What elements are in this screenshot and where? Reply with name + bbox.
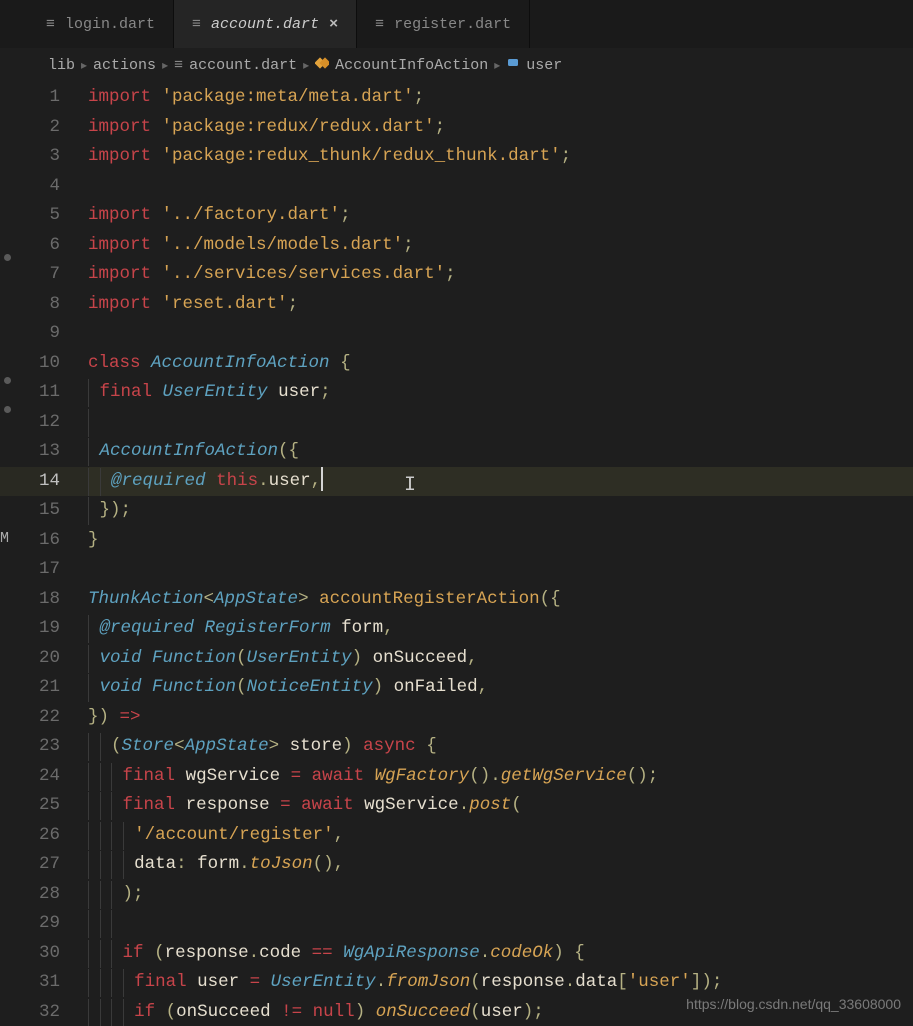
breadcrumb-item[interactable]: account.dart [189, 57, 297, 74]
close-icon[interactable]: × [329, 16, 338, 33]
chevron-right-icon: ▸ [162, 58, 168, 73]
code-line[interactable]: data: form.toJson(), [88, 850, 913, 880]
line-number: 13 [0, 437, 60, 467]
code-line[interactable]: import 'package:redux/redux.dart'; [88, 113, 913, 143]
breadcrumb: lib ▸ actions ▸ ≡ account.dart ▸ AccountInfoAct… [0, 48, 913, 83]
line-number: 4 [0, 172, 60, 202]
code-line[interactable]: '/account/register', [88, 821, 913, 851]
tab-label: account.dart [211, 16, 319, 33]
watermark: https://blog.csdn.net/qq_33608000 [686, 996, 901, 1012]
code-line[interactable]: class AccountInfoAction { [88, 349, 913, 379]
code-line[interactable]: @required RegisterForm form, [88, 614, 913, 644]
file-icon: ≡ [174, 57, 183, 74]
breadcrumb-item[interactable]: user [526, 57, 562, 74]
class-icon [315, 56, 329, 75]
line-number: 23 [0, 732, 60, 762]
vcs-gutter-marker [4, 254, 11, 261]
line-number: 29 [0, 909, 60, 939]
code-line[interactable]: import '../factory.dart'; [88, 201, 913, 231]
line-number: 27 [0, 850, 60, 880]
line-number: 25 [0, 791, 60, 821]
code-line[interactable]: final wgService = await WgFactory().getW… [88, 762, 913, 792]
code-line[interactable]: void Function(NoticeEntity) onFailed, [88, 673, 913, 703]
code-line[interactable]: @required this.user,I [88, 467, 913, 497]
chevron-right-icon: ▸ [303, 58, 309, 73]
code-line[interactable]: void Function(UserEntity) onSucceed, [88, 644, 913, 674]
tab-account-dart[interactable]: ≡ account.dart × [174, 0, 357, 48]
field-icon [506, 56, 520, 75]
code-line[interactable]: final user = UserEntity.fromJson(respons… [88, 968, 913, 998]
line-number: 18 [0, 585, 60, 615]
code-line[interactable]: ); [88, 880, 913, 910]
tab-label: register.dart [394, 16, 511, 33]
line-number: 26 [0, 821, 60, 851]
line-number: 17 [0, 555, 60, 585]
line-number: 7 [0, 260, 60, 290]
line-number: 22 [0, 703, 60, 733]
breadcrumb-item[interactable]: actions [93, 57, 156, 74]
line-number: 9 [0, 319, 60, 349]
code-line[interactable] [88, 319, 913, 349]
code-line[interactable] [88, 408, 913, 438]
line-number: 30 [0, 939, 60, 969]
line-number: 2 [0, 113, 60, 143]
line-number: 14 [0, 467, 60, 497]
code-line[interactable]: import '../services/services.dart'; [88, 260, 913, 290]
vcs-gutter-marker [4, 406, 11, 413]
code-editor[interactable]: 1234567891011121314151617181920212223242… [0, 83, 913, 1026]
code-line[interactable]: import 'package:meta/meta.dart'; [88, 83, 913, 113]
line-number: 8 [0, 290, 60, 320]
code-line[interactable] [88, 555, 913, 585]
code-line[interactable]: if (response.code == WgApiResponse.codeO… [88, 939, 913, 969]
line-number: 1 [0, 83, 60, 113]
breadcrumb-item[interactable]: lib [48, 57, 75, 74]
line-number: 21 [0, 673, 60, 703]
code-line[interactable]: import '../models/models.dart'; [88, 231, 913, 261]
vcs-gutter-marker [4, 377, 11, 384]
breadcrumb-item[interactable]: AccountInfoAction [335, 57, 488, 74]
line-number: 3 [0, 142, 60, 172]
code-line[interactable]: final response = await wgService.post( [88, 791, 913, 821]
code-line[interactable]: ThunkAction<AppState> accountRegisterAct… [88, 585, 913, 615]
tab-register-dart[interactable]: ≡ register.dart [357, 0, 530, 48]
code-line[interactable]: }) => [88, 703, 913, 733]
line-number: 5 [0, 201, 60, 231]
tab-bar: ≡ login.dart ≡ account.dart × ≡ register.dart [0, 0, 913, 48]
code-line[interactable]: final UserEntity user; [88, 378, 913, 408]
line-number: 20 [0, 644, 60, 674]
tab-login-dart[interactable]: ≡ login.dart [28, 0, 174, 48]
code-content[interactable]: import 'package:meta/meta.dart';import '… [88, 83, 913, 1026]
chevron-right-icon: ▸ [494, 58, 500, 73]
file-icon: ≡ [375, 16, 384, 33]
line-number: 19 [0, 614, 60, 644]
tab-label: login.dart [65, 16, 155, 33]
code-line[interactable]: }); [88, 496, 913, 526]
code-line[interactable]: } [88, 526, 913, 556]
code-line[interactable]: (Store<AppState> store) async { [88, 732, 913, 762]
file-icon: ≡ [192, 16, 201, 33]
code-line[interactable]: AccountInfoAction({ [88, 437, 913, 467]
modified-marker: M [0, 530, 9, 547]
line-number-gutter: 1234567891011121314151617181920212223242… [0, 83, 88, 1026]
line-number: 24 [0, 762, 60, 792]
chevron-right-icon: ▸ [81, 58, 87, 73]
file-icon: ≡ [46, 16, 55, 33]
text-cursor [321, 467, 323, 491]
line-number: 15 [0, 496, 60, 526]
code-line[interactable] [88, 909, 913, 939]
line-number: 32 [0, 998, 60, 1026]
code-line[interactable]: import 'reset.dart'; [88, 290, 913, 320]
line-number: 31 [0, 968, 60, 998]
line-number: 10 [0, 349, 60, 379]
code-line[interactable]: import 'package:redux_thunk/redux_thunk.… [88, 142, 913, 172]
code-line[interactable] [88, 172, 913, 202]
line-number: 28 [0, 880, 60, 910]
